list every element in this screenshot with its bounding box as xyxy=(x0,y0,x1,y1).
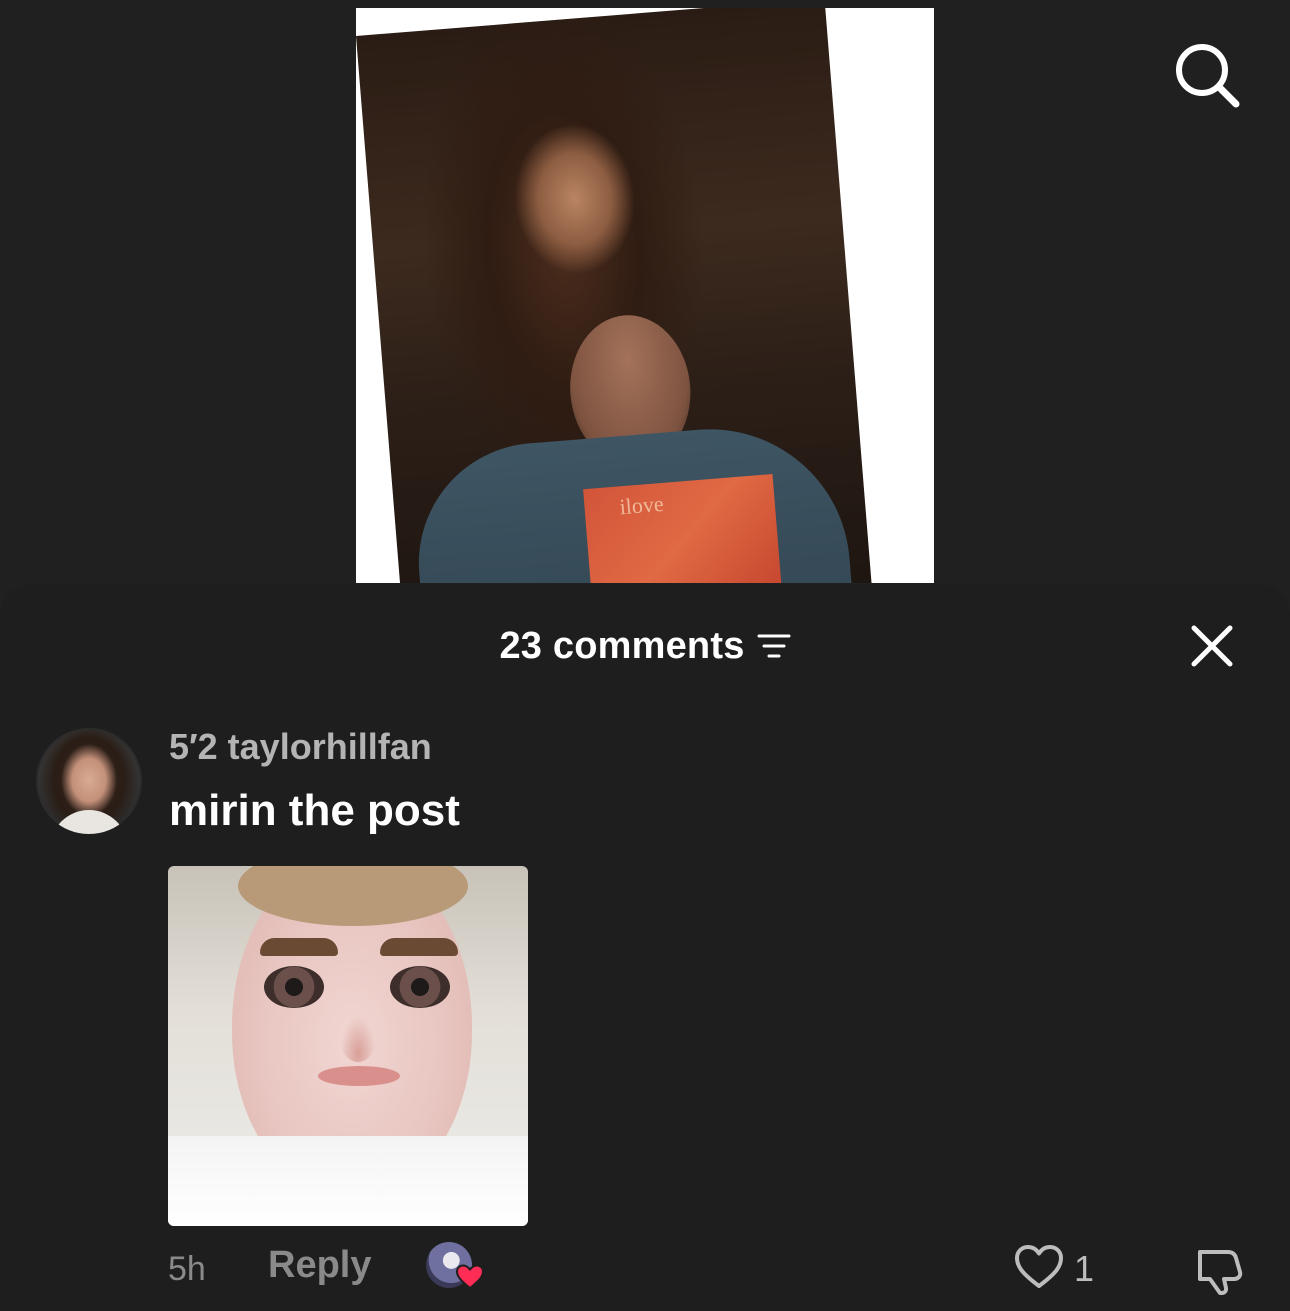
sort-icon[interactable] xyxy=(757,632,791,660)
image-mouth xyxy=(318,1066,400,1086)
dislike-button[interactable] xyxy=(1192,1242,1246,1296)
photo-shirt-text: ilove xyxy=(618,490,665,520)
image-right-brow xyxy=(380,938,458,956)
avatar-shoulders xyxy=(50,810,128,834)
image-nose xyxy=(340,1016,376,1062)
comments-header: 23 comments xyxy=(0,620,1290,672)
app-screen: ilove 23 comments 5′2 taylorhillfan miri… xyxy=(0,0,1290,1311)
image-left-eye xyxy=(264,966,324,1008)
heart-filled-icon xyxy=(456,1264,484,1290)
like-count: 1 xyxy=(1074,1248,1095,1289)
comment-text: mirin the post xyxy=(169,786,460,835)
close-button[interactable] xyxy=(1186,620,1238,672)
image-right-eye xyxy=(390,966,450,1008)
comment-actions: 5h Reply 1 xyxy=(168,1242,1258,1298)
reply-button[interactable]: Reply xyxy=(268,1244,371,1287)
thumbs-down-icon xyxy=(1198,1250,1243,1295)
search-button[interactable] xyxy=(1170,40,1242,112)
creator-liked-badge xyxy=(426,1242,484,1294)
image-blanket xyxy=(168,1136,528,1226)
comments-count: 23 comments xyxy=(499,624,745,667)
post-photo: ilove xyxy=(356,8,875,583)
photo-shirt-print xyxy=(583,474,783,583)
comments-sheet: 23 comments 5′2 taylorhillfan mirin the … xyxy=(0,584,1290,1311)
comment-attached-image[interactable] xyxy=(168,866,528,1226)
like-button[interactable] xyxy=(1014,1244,1064,1290)
close-icon xyxy=(1191,625,1233,667)
comment-timestamp: 5h xyxy=(168,1250,206,1288)
post-preview-image[interactable]: ilove xyxy=(356,8,934,583)
avatar[interactable] xyxy=(36,728,142,834)
heart-outline-icon xyxy=(1015,1245,1063,1288)
search-icon xyxy=(1176,44,1240,108)
image-left-brow xyxy=(260,938,338,956)
comment-username[interactable]: 5′2 taylorhillfan xyxy=(169,726,432,768)
